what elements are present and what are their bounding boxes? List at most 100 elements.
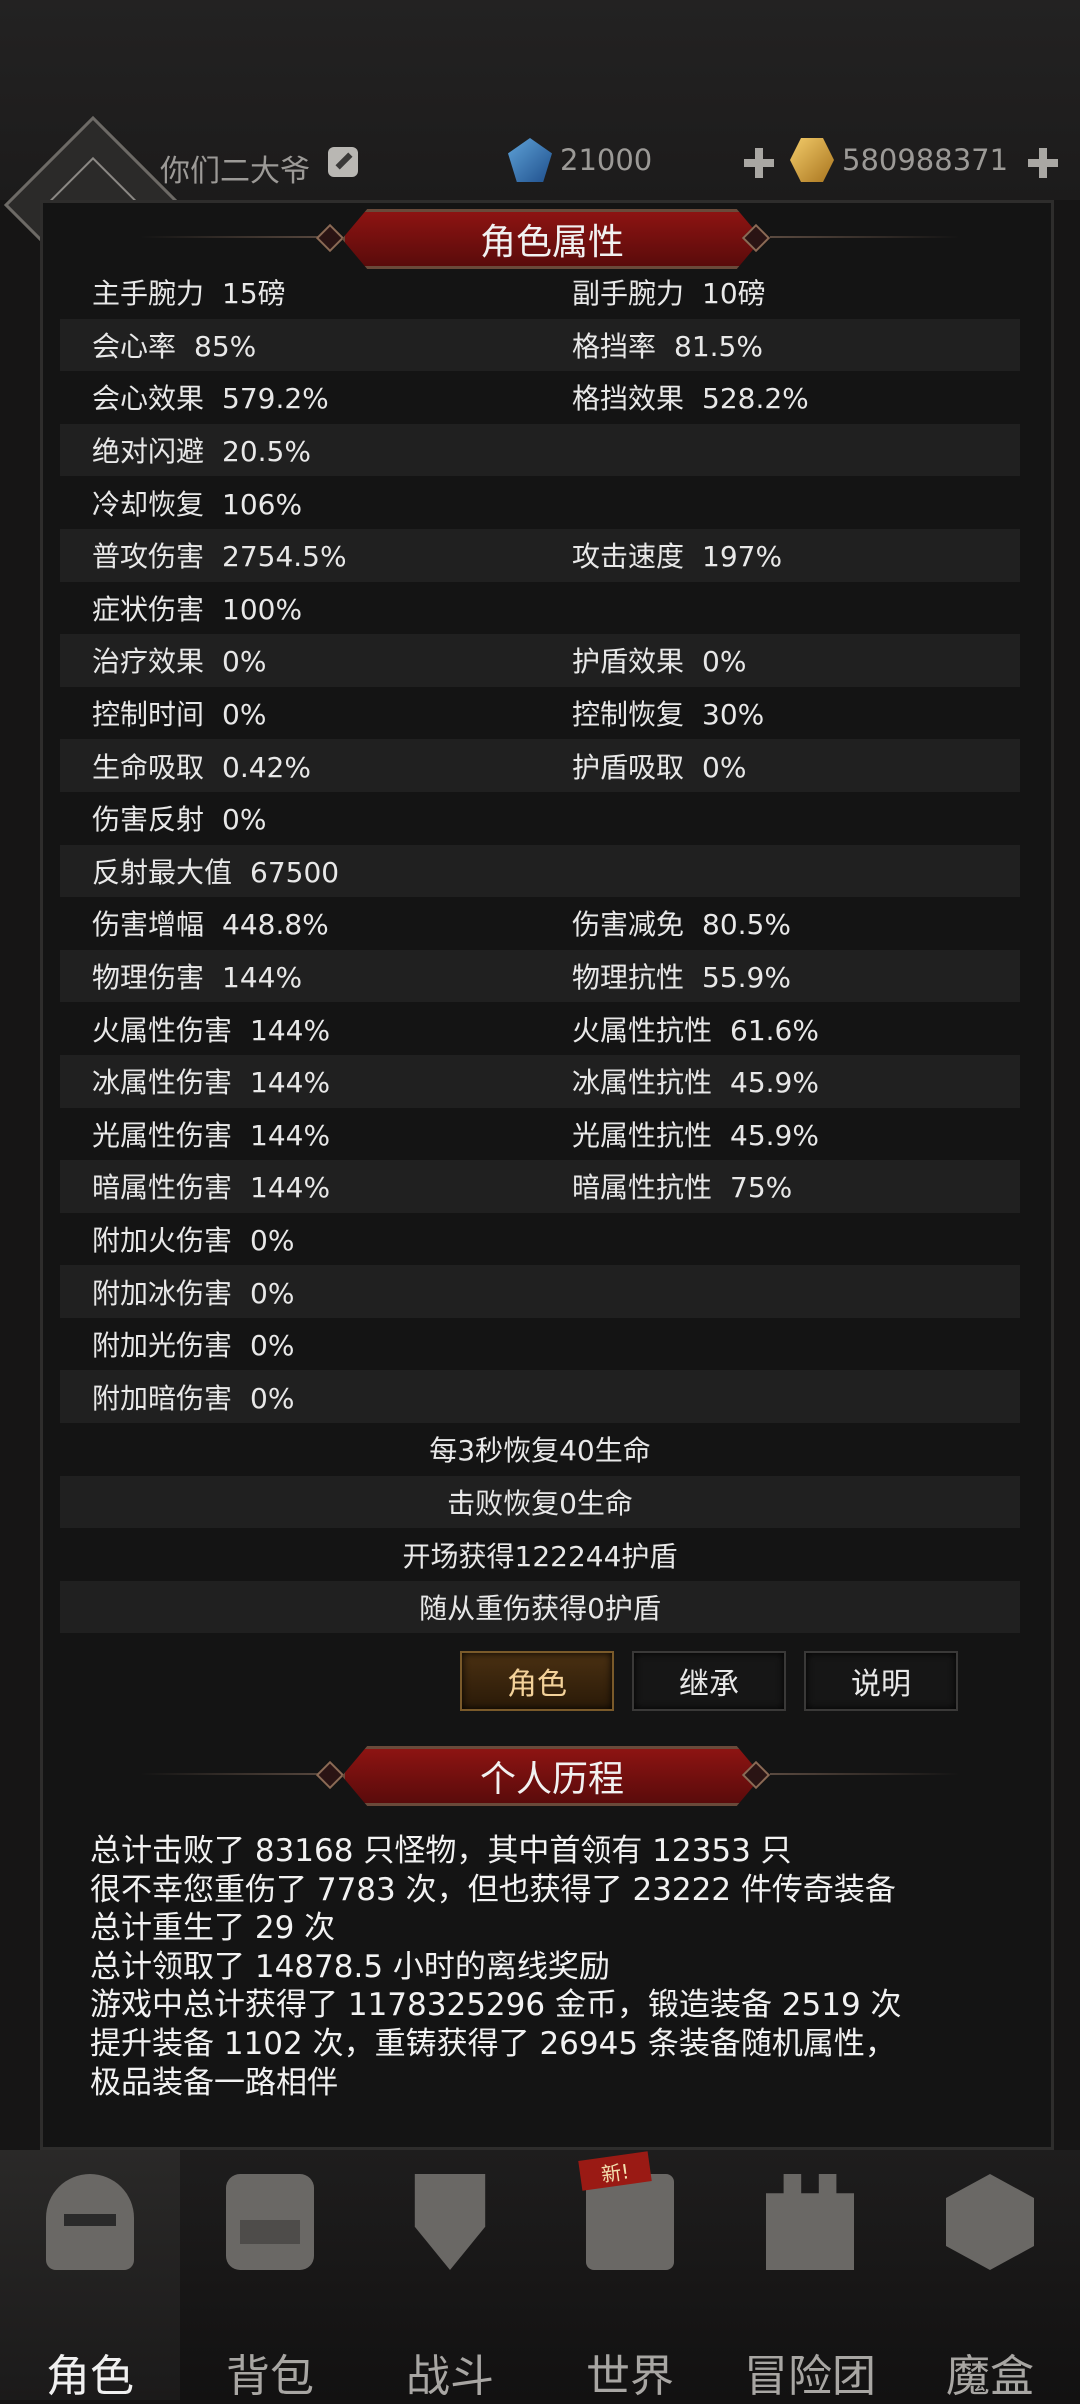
gold-icon — [790, 138, 834, 182]
edit-name-icon[interactable] — [328, 147, 358, 177]
attribute-right — [572, 1222, 1020, 1255]
attribute-row: 附加暗伤害 0% — [60, 1370, 1020, 1424]
attribute-value: 80.5% — [702, 908, 791, 942]
history-line: 游戏中总计获得了 1178325296 金币，锻造装备 2519 次 — [90, 1987, 902, 2024]
attribute-right — [572, 1380, 1020, 1413]
attribute-right: 格挡效果 528.2% — [572, 377, 1020, 417]
attribute-row: 火属性伤害 144% 火属性抗性 61.6% — [60, 1002, 1020, 1055]
attribute-label: 物理伤害 — [92, 961, 205, 995]
attribute-label: 火属性伤害 — [92, 1013, 233, 1047]
attribute-left: 反射最大值 67500 — [60, 851, 572, 891]
attribute-label: 控制恢复 — [572, 698, 685, 732]
attribute-left: 绝对闪避 20.5% — [60, 430, 572, 470]
attribute-label: 格挡率 — [572, 329, 657, 363]
attribute-value: 45.9% — [730, 1066, 819, 1100]
attribute-value: 45.9% — [730, 1118, 819, 1152]
attribute-label: 附加光伤害 — [92, 1329, 233, 1363]
attribute-left: 症状伤害 100% — [60, 588, 572, 628]
add-gold-icon[interactable] — [1026, 146, 1060, 180]
scroll-icon — [586, 2174, 674, 2270]
attribute-row: 光属性伤害 144% 光属性抗性 45.9% — [60, 1108, 1020, 1161]
tab-explain-button[interactable]: 说明 — [804, 1651, 958, 1711]
history-line: 提升装备 1102 次，重铸获得了 26945 条装备随机属性， — [90, 2025, 896, 2062]
attribute-value: 0.42% — [222, 750, 311, 784]
attribute-value: 197% — [702, 540, 783, 574]
attribute-label: 绝对闪避 — [92, 435, 205, 469]
attribute-label: 会心率 — [92, 329, 177, 363]
nav-item-magic-box[interactable]: 魔盒 — [900, 2150, 1080, 2402]
attribute-value: 528.2% — [702, 382, 809, 416]
cube-icon — [946, 2174, 1034, 2270]
tab-role-button[interactable]: 角色 — [460, 1651, 614, 1711]
attribute-label: 副手腕力 — [572, 277, 685, 311]
attribute-label: 冷却恢复 — [92, 487, 205, 521]
attribute-value: 85% — [194, 329, 257, 363]
history-title: 个人历程 — [342, 1746, 762, 1806]
attribute-label: 反射最大值 — [92, 855, 233, 889]
attribute-left: 光属性伤害 144% — [60, 1114, 572, 1154]
attribute-row: 附加冰伤害 0% — [60, 1265, 1020, 1318]
attribute-value: 55.9% — [702, 961, 791, 995]
attribute-value: 0% — [222, 803, 267, 837]
attribute-right — [572, 434, 1020, 467]
attribute-label: 暗属性伤害 — [92, 1171, 233, 1205]
bottom-nav: 角色 背包 战斗 新! 世界 冒险团 魔盒 — [0, 2150, 1080, 2402]
attribute-value: 0% — [702, 645, 747, 679]
nav-item-battle[interactable]: 战斗 — [360, 2150, 540, 2402]
history-line: 总计重生了 29 次 — [90, 1910, 336, 1947]
nav-label-backpack: 背包 — [226, 2351, 314, 2402]
attribute-row: 伤害增幅 448.8% 伤害减免 80.5% — [60, 897, 1020, 950]
tab-inherit-button[interactable]: 继承 — [632, 1651, 786, 1711]
attribute-left: 会心率 85% — [60, 325, 572, 365]
top-bar: 你们二大爷 21000 580988371 — [0, 0, 1080, 295]
attribute-label: 光属性抗性 — [572, 1118, 713, 1152]
attribute-label: 护盾效果 — [572, 645, 685, 679]
tab-buttons: 角色 继承 说明 — [460, 1651, 958, 1711]
attribute-left: 控制时间 0% — [60, 693, 572, 733]
nav-item-role[interactable]: 角色 — [0, 2150, 180, 2402]
attribute-right — [572, 854, 1020, 887]
attribute-value: 81.5% — [674, 329, 763, 363]
player-name: 你们二大爷 — [160, 154, 310, 189]
regen-info-row: 随从重伤获得0护盾 — [60, 1580, 1020, 1634]
attribute-label: 控制时间 — [92, 698, 205, 732]
attribute-label: 伤害减免 — [572, 908, 685, 942]
attribute-right: 光属性抗性 45.9% — [572, 1114, 1020, 1154]
attribute-value: 0% — [250, 1276, 295, 1310]
diamond-counter: 21000 — [508, 138, 653, 182]
attribute-left: 生命吸取 0.42% — [60, 746, 572, 786]
attribute-row: 症状伤害 100% — [60, 582, 1020, 635]
attribute-right: 物理抗性 55.9% — [572, 956, 1020, 996]
add-diamond-icon[interactable] — [742, 146, 776, 180]
attribute-label: 火属性抗性 — [572, 1013, 713, 1047]
nav-label-role: 角色 — [46, 2351, 134, 2402]
attribute-right: 暗属性抗性 75% — [572, 1166, 1020, 1206]
history-line: 极品装备一路相伴 — [90, 2064, 338, 2101]
nav-item-backpack[interactable]: 背包 — [180, 2150, 360, 2402]
diamond-amount: 21000 — [560, 143, 653, 177]
nav-item-world[interactable]: 新! 世界 — [540, 2150, 720, 2402]
attribute-value: 144% — [250, 1013, 331, 1047]
attribute-row: 冷却恢复 106% — [60, 476, 1020, 529]
nav-item-guild[interactable]: 冒险团 — [720, 2150, 900, 2402]
attribute-label: 生命吸取 — [92, 750, 205, 784]
attribute-left: 冰属性伤害 144% — [60, 1061, 572, 1101]
attribute-row: 普攻伤害 2754.5% 攻击速度 197% — [60, 528, 1020, 582]
attribute-label: 主手腕力 — [92, 277, 205, 311]
attribute-value: 144% — [250, 1066, 331, 1100]
attribute-row: 绝对闪避 20.5% — [60, 423, 1020, 477]
attribute-value: 0% — [250, 1329, 295, 1363]
attribute-left: 普攻伤害 2754.5% — [60, 535, 572, 575]
attribute-row: 物理伤害 144% 物理抗性 55.9% — [60, 949, 1020, 1003]
attribute-right: 格挡率 81.5% — [572, 325, 1020, 365]
attribute-value: 0% — [702, 750, 747, 784]
regen-info-row: 每3秒恢复40生命 — [429, 1434, 651, 1468]
attribute-label: 格挡效果 — [572, 382, 685, 416]
attribute-left: 伤害反射 0% — [60, 798, 572, 838]
attribute-left: 治疗效果 0% — [60, 640, 572, 680]
attribute-label: 光属性伤害 — [92, 1118, 233, 1152]
attribute-left: 物理伤害 144% — [60, 956, 572, 996]
attribute-value: 579.2% — [222, 382, 329, 416]
helmet-icon — [46, 2174, 134, 2270]
attribute-value: 0% — [222, 698, 267, 732]
